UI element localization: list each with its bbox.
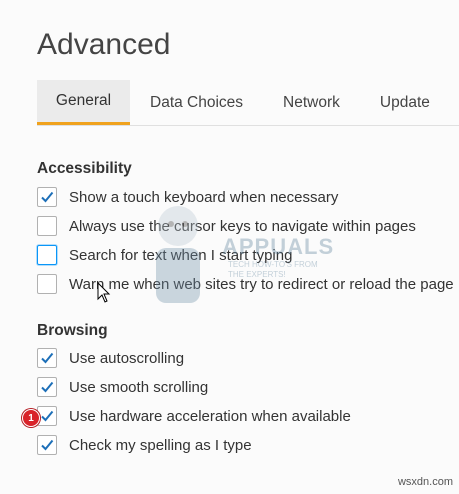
- checkmark-icon: [41, 410, 54, 422]
- option-autoscrolling[interactable]: Use autoscrolling: [37, 346, 184, 370]
- checkmark-icon: [41, 352, 54, 364]
- option-label: Use smooth scrolling: [69, 378, 209, 396]
- option-label: Show a touch keyboard when necessary: [69, 188, 339, 206]
- checkbox-hardware-acceleration[interactable]: [37, 406, 57, 426]
- accessibility-heading: Accessibility: [37, 160, 132, 177]
- mouse-cursor-icon: [97, 282, 111, 303]
- option-search-typing[interactable]: Search for text when I start typing: [37, 243, 292, 267]
- tab-update[interactable]: Update: [360, 80, 450, 125]
- option-cursor-keys[interactable]: Always use the cursor keys to navigate w…: [37, 214, 416, 238]
- option-label: Check my spelling as I type: [69, 436, 252, 454]
- option-label: Search for text when I start typing: [69, 246, 293, 264]
- checkmark-icon: [41, 439, 54, 451]
- option-hardware-acceleration[interactable]: Use hardware acceleration when available: [37, 404, 351, 428]
- tab-data-choices[interactable]: Data Choices: [130, 80, 263, 125]
- option-spell-check[interactable]: Check my spelling as I type: [37, 433, 252, 457]
- annotation-badge: 1: [22, 409, 40, 427]
- checkbox-touch-keyboard[interactable]: [37, 187, 57, 207]
- tab-bar: General Data Choices Network Update: [37, 80, 459, 126]
- checkmark-icon: [41, 191, 54, 203]
- checkbox-search-typing[interactable]: [37, 245, 57, 265]
- option-label: Warn me when web sites try to redirect o…: [69, 275, 454, 293]
- option-label: Use hardware acceleration when available: [69, 407, 351, 425]
- option-touch-keyboard[interactable]: Show a touch keyboard when necessary: [37, 185, 338, 209]
- checkmark-icon: [41, 381, 54, 393]
- checkbox-autoscrolling[interactable]: [37, 348, 57, 368]
- footer-site: wsxdn.com: [397, 476, 453, 488]
- page-title: Advanced: [37, 28, 171, 61]
- option-label: Use autoscrolling: [69, 349, 185, 367]
- tab-general[interactable]: General: [37, 80, 130, 125]
- option-label: Always use the cursor keys to navigate w…: [69, 217, 416, 235]
- tab-network[interactable]: Network: [263, 80, 360, 125]
- checkbox-warn-redirect[interactable]: [37, 274, 57, 294]
- checkbox-smooth-scrolling[interactable]: [37, 377, 57, 397]
- checkbox-cursor-keys[interactable]: [37, 216, 57, 236]
- option-smooth-scrolling[interactable]: Use smooth scrolling: [37, 375, 208, 399]
- checkbox-spell-check[interactable]: [37, 435, 57, 455]
- browsing-heading: Browsing: [37, 322, 108, 339]
